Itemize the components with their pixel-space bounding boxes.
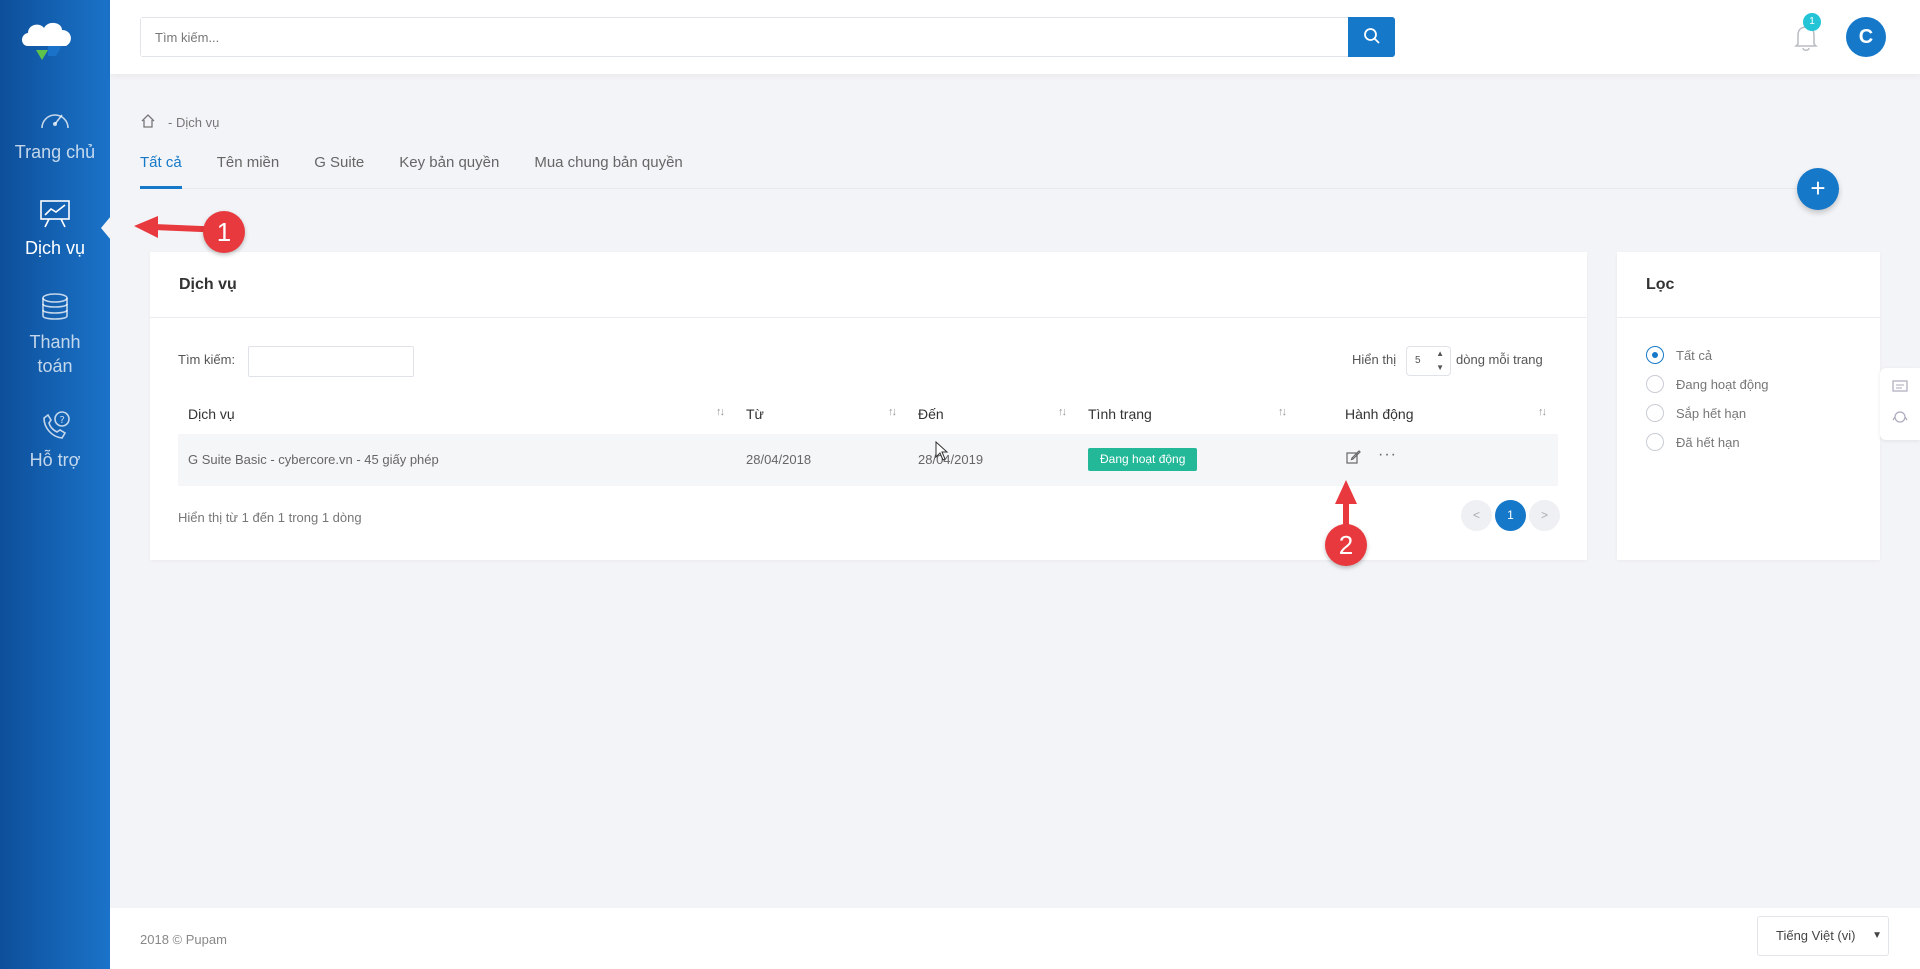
table-info: Hiển thị từ 1 đến 1 trong 1 dòng: [178, 510, 362, 525]
table-search-input[interactable]: [248, 346, 414, 377]
sidebar-item-label: Trang chủ: [14, 142, 96, 162]
cell-from: 28/04/2018: [746, 452, 812, 467]
notification-badge: 1: [1803, 13, 1821, 31]
radio-button[interactable]: [1646, 346, 1664, 364]
sidebar: Trang chủ Dịch vụ Thanh toán ? Hỗ trợ: [0, 0, 111, 969]
breadcrumb-separator: -: [168, 115, 173, 130]
prev-page-button[interactable]: <: [1461, 500, 1492, 531]
filter-option-active[interactable]: Đang hoạt động: [1646, 375, 1769, 393]
page-size-select[interactable]: 5 ▲ ▼: [1406, 346, 1451, 376]
dashboard-gauge-icon: [0, 104, 110, 134]
presentation-chart-icon: [0, 198, 110, 230]
mouse-cursor-icon: [935, 441, 949, 461]
table-header: Dịch vụ ↑↓ Từ ↑↓ Đến ↑↓ Tình trạng ↑↓ Hà…: [178, 398, 1558, 430]
sidebar-item-label: Thanh toán: [29, 332, 81, 376]
phone-help-icon: ?: [0, 410, 110, 442]
sidebar-item-home[interactable]: Trang chủ: [0, 104, 110, 164]
footer-bar: 2018 © Pupam Tiếng Việt (vi) ▼: [110, 908, 1920, 969]
radio-button[interactable]: [1646, 433, 1664, 451]
tab-bar: Tất cả Tên miền G Suite Key bản quyền Mu…: [140, 153, 1840, 189]
filter-option-expiring[interactable]: Sắp hết hạn: [1646, 404, 1746, 422]
sidebar-item-services[interactable]: Dịch vụ: [0, 198, 110, 260]
tab-all[interactable]: Tất cả: [140, 153, 182, 189]
page-size-label: Hiển thị: [1352, 352, 1397, 367]
chat-icon[interactable]: [1892, 380, 1908, 397]
side-chat-widget: [1880, 368, 1920, 440]
sort-icon[interactable]: ↑↓: [716, 406, 725, 418]
more-actions-icon[interactable]: ···: [1378, 446, 1397, 464]
sort-icon[interactable]: ↑↓: [1058, 406, 1067, 418]
cell-service: G Suite Basic - cybercore.vn - 45 giấy p…: [188, 452, 439, 467]
tab-license-keys[interactable]: Key bản quyền: [399, 153, 499, 189]
sidebar-item-payment[interactable]: Thanh toán: [0, 292, 110, 378]
sort-icon[interactable]: ↑↓: [1278, 406, 1287, 418]
annotation-marker-1: 1: [203, 211, 245, 253]
breadcrumb-current: Dịch vụ: [175, 115, 220, 130]
column-header-service[interactable]: Dịch vụ: [188, 406, 235, 422]
tab-group-buy-licenses[interactable]: Mua chung bản quyền: [534, 153, 682, 189]
table-search-label: Tìm kiếm:: [178, 352, 236, 367]
caret-down-icon: ▼: [1872, 930, 1882, 941]
search-icon: [1363, 27, 1381, 48]
global-search: [140, 17, 1395, 57]
top-bar: 1 C: [110, 0, 1920, 74]
page-button[interactable]: 1: [1495, 500, 1526, 531]
language-select[interactable]: Tiếng Việt (vi) ▼: [1757, 916, 1889, 956]
column-header-actions[interactable]: Hành động: [1345, 406, 1414, 422]
filter-title: Lọc: [1617, 252, 1880, 318]
sidebar-item-label: Hỗ trợ: [29, 450, 81, 470]
column-header-from[interactable]: Từ: [746, 406, 764, 422]
home-icon[interactable]: [140, 113, 156, 132]
support-icon[interactable]: [1892, 410, 1908, 427]
avatar[interactable]: C: [1846, 17, 1886, 57]
logo[interactable]: [18, 16, 78, 66]
tab-gsuite[interactable]: G Suite: [314, 153, 364, 189]
filter-card: Lọc Tất cả Đang hoạt động Sắp hết hạn Đã…: [1617, 252, 1880, 560]
breadcrumb: - Dịch vụ: [140, 113, 219, 132]
active-indicator: [101, 216, 111, 240]
coins-stack-icon: [0, 292, 110, 324]
page-size-suffix: dòng mỗi trang: [1456, 352, 1543, 367]
filter-option-expired[interactable]: Đã hết hạn: [1646, 433, 1740, 451]
search-input[interactable]: [141, 18, 1341, 56]
svg-text:?: ?: [60, 415, 65, 426]
sidebar-item-label: Dịch vụ: [24, 238, 86, 258]
services-card: Dịch vụ Tìm kiếm: Hiển thị 5 ▲ ▼ dòng mỗi…: [150, 252, 1587, 560]
radio-button[interactable]: [1646, 375, 1664, 393]
annotation-marker-2: 2: [1325, 524, 1367, 566]
radio-button[interactable]: [1646, 404, 1664, 422]
spinner-arrows-icon: ▲ ▼: [1436, 349, 1444, 372]
copyright-text: 2018 © Pupam: [140, 932, 227, 947]
status-badge: Đang hoạt động: [1088, 448, 1198, 471]
sort-icon[interactable]: ↑↓: [888, 406, 897, 418]
column-header-status[interactable]: Tình trạng: [1088, 406, 1152, 422]
sort-icon[interactable]: ↑↓: [1538, 406, 1547, 418]
search-button[interactable]: [1348, 17, 1395, 57]
cell-to: 28/04/2019: [918, 452, 984, 467]
card-title: Dịch vụ: [150, 252, 1587, 318]
column-header-to[interactable]: Đến: [918, 406, 944, 422]
tab-domains[interactable]: Tên miền: [217, 153, 280, 189]
edit-icon[interactable]: [1345, 449, 1361, 468]
add-service-button[interactable]: +: [1797, 168, 1839, 210]
sidebar-item-support[interactable]: ? Hỗ trợ: [0, 410, 110, 472]
filter-option-all[interactable]: Tất cả: [1646, 346, 1712, 364]
next-page-button[interactable]: >: [1529, 500, 1560, 531]
pagination: < 1 >: [1461, 500, 1560, 531]
